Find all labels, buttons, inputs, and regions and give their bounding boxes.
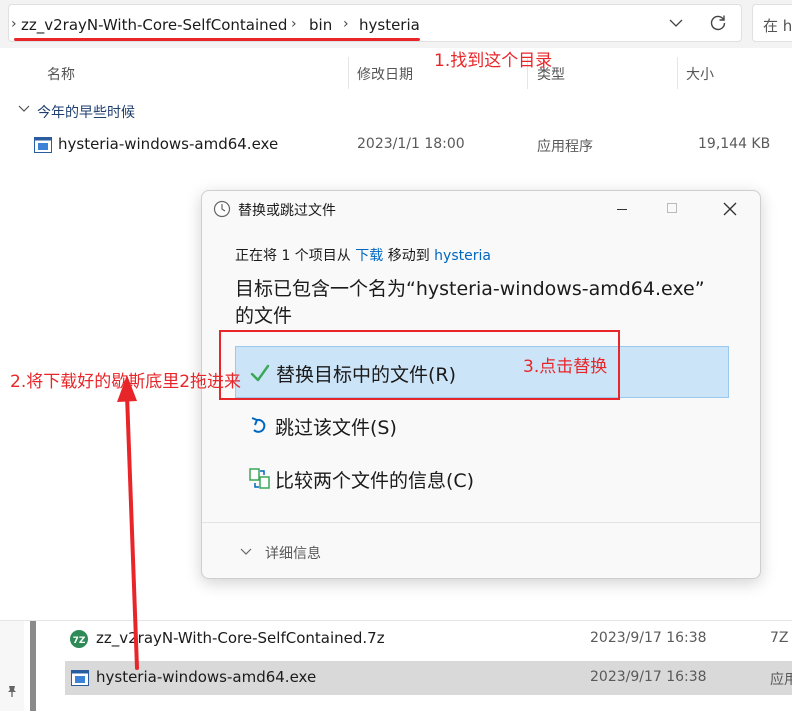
column-divider[interactable] [677, 57, 678, 89]
move-status-prefix: 正在将 1 个项目从 [235, 248, 351, 264]
compare-option-button[interactable]: 比较两个文件的信息(C) [235, 453, 729, 505]
pane-divider [0, 620, 792, 621]
chevron-down-icon [240, 548, 252, 555]
svg-text:7Z: 7Z [73, 636, 86, 646]
dialog-title: 替换或跳过文件 [238, 203, 336, 219]
skip-option-label: 跳过该文件(S) [275, 417, 397, 439]
file-row[interactable]: 7Z zz_v2rayN-With-Core-SelfContained.7z … [62, 624, 792, 654]
chevron-right-icon[interactable]: › [343, 16, 349, 32]
path-highlight-underline [14, 38, 420, 41]
file-type: 应用程序 [537, 139, 593, 155]
search-input[interactable]: 在 h [752, 4, 792, 42]
skip-option-button[interactable]: 跳过该文件(S) [235, 400, 729, 452]
file-date: 2023/1/1 18:00 [357, 136, 465, 152]
address-bar[interactable]: › zz_v2rayN-With-Core-SelfContained › bi… [8, 4, 742, 42]
second-explorer-window: 7Z zz_v2rayN-With-Core-SelfContained.7z … [0, 620, 792, 711]
move-status-line: 正在将 1 个项目从 下载 移动到 hysteria [235, 245, 491, 265]
chevron-down-icon[interactable] [669, 18, 683, 28]
chevron-right-icon[interactable]: › [11, 16, 17, 32]
maximize-icon [667, 203, 677, 213]
annotation-step2: 2.将下载好的歇斯底里2拖进来 [10, 372, 242, 392]
details-label: 详细信息 [265, 546, 321, 562]
move-status-mid: 移动到 [387, 248, 430, 264]
maximize-button [656, 196, 688, 222]
breadcrumb-item-bin[interactable]: bin [309, 16, 332, 34]
close-icon [723, 202, 737, 216]
close-button[interactable] [714, 196, 746, 222]
file-name: hysteria-windows-amd64.exe [96, 668, 317, 686]
conflict-heading-line2: 的文件 [235, 305, 293, 327]
skip-arrow-icon [251, 417, 266, 433]
file-date: 2023/9/17 16:38 [590, 669, 707, 685]
chevron-down-icon[interactable] [18, 105, 30, 113]
file-size: 19,144 KB [698, 136, 771, 152]
details-toggle[interactable]: 详细信息 [240, 543, 360, 563]
breadcrumb-item-root[interactable]: zz_v2rayN-With-Core-SelfContained [21, 16, 287, 34]
conflict-heading-line1: 目标已包含一个名为“hysteria-windows-amd64.exe” [235, 278, 705, 300]
source-folder-link[interactable]: 下载 [355, 248, 383, 264]
group-header-label[interactable]: 今年的早些时候 [37, 102, 135, 122]
file-row-selected[interactable]: hysteria-windows-amd64.exe 2023/9/17 16:… [65, 661, 792, 695]
exe-file-icon [71, 670, 89, 686]
annotation-step3: 3.点击替换 [523, 357, 608, 377]
clock-icon [213, 200, 231, 218]
file-date: 2023/9/17 16:38 [590, 630, 707, 646]
compare-files-icon [249, 468, 270, 489]
conflict-heading: 目标已包含一个名为“hysteria-windows-amd64.exe” 的文… [235, 276, 705, 330]
exe-file-icon [34, 137, 52, 153]
dialog-divider [202, 522, 760, 523]
file-type: 7Z [770, 630, 789, 646]
file-name: hysteria-windows-amd64.exe [58, 135, 279, 153]
minimize-button[interactable] [606, 196, 638, 222]
compare-option-label: 比较两个文件的信息(C) [275, 470, 475, 492]
file-row[interactable]: hysteria-windows-amd64.exe 2023/1/1 18:0… [10, 130, 792, 160]
chevron-right-icon[interactable]: › [291, 16, 297, 32]
column-divider[interactable] [348, 57, 349, 89]
column-header-modified[interactable]: 修改日期 [357, 64, 413, 84]
file-type: 应用 [770, 672, 792, 688]
annotation-step1: 1.找到这个目录 [434, 51, 553, 71]
breadcrumb-item-hysteria[interactable]: hysteria [359, 16, 420, 34]
file-name: zz_v2rayN-With-Core-SelfContained.7z [96, 629, 385, 647]
minimize-icon [617, 209, 627, 210]
column-header-size[interactable]: 大小 [686, 64, 714, 84]
7z-archive-icon: 7Z [70, 630, 88, 648]
pane-scrollbar[interactable] [30, 621, 36, 711]
search-placeholder: 在 h [763, 17, 792, 35]
destination-folder-link[interactable]: hysteria [434, 248, 491, 264]
pin-icon[interactable] [5, 684, 19, 698]
column-header-name[interactable]: 名称 [47, 64, 75, 84]
refresh-icon[interactable] [709, 14, 727, 32]
